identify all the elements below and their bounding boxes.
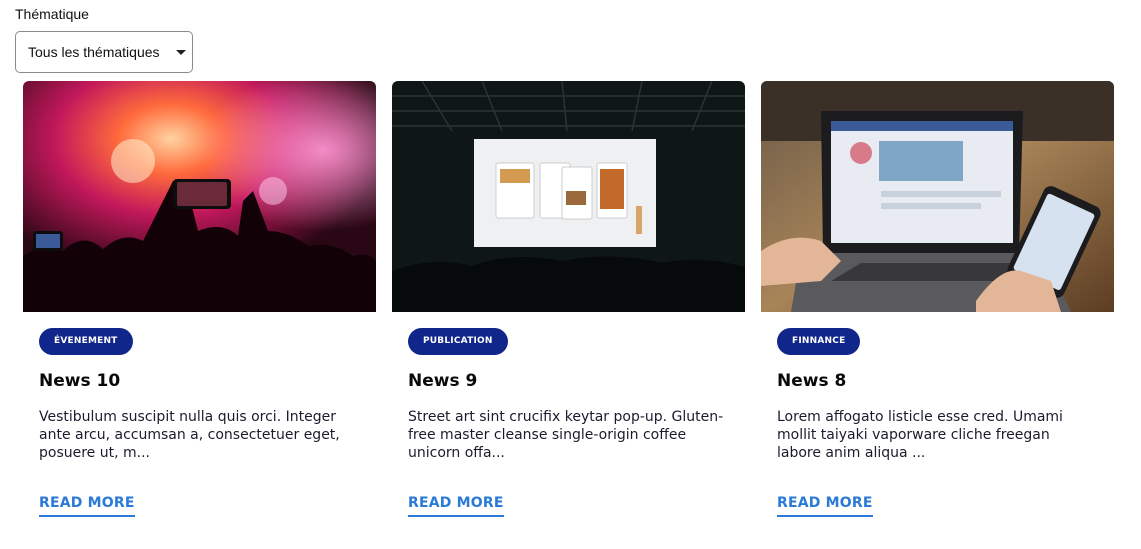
category-badge: FINNANCE xyxy=(777,328,861,355)
news-title: News 9 xyxy=(408,371,478,391)
read-more-link[interactable]: READ MORE xyxy=(777,495,873,517)
category-badge: ÉVENEMENT xyxy=(39,328,133,355)
news-title: News 10 xyxy=(39,371,121,391)
laptop-photo[interactable] xyxy=(761,81,1114,312)
thematique-select[interactable]: Tous les thématiques xyxy=(15,31,193,73)
read-more-link[interactable]: READ MORE xyxy=(408,495,504,517)
concert-photo[interactable] xyxy=(23,81,376,312)
select-value: Tous les thématiques xyxy=(28,44,160,60)
conference-photo[interactable] xyxy=(392,81,745,312)
filter-label: Thématique xyxy=(15,6,89,22)
news-excerpt: Lorem affogato listicle esse cred. Umami… xyxy=(777,409,1063,461)
news-excerpt: Vestibulum suscipit nulla quis orci. Int… xyxy=(39,409,340,461)
news-card: PUBLICATION News 9 Street art sint cruci… xyxy=(392,81,745,541)
news-list: ÉVENEMENT News 10 Vestibulum suscipit nu… xyxy=(23,81,1114,541)
category-badge: PUBLICATION xyxy=(408,328,508,355)
read-more-link[interactable]: READ MORE xyxy=(39,495,135,517)
news-title: News 8 xyxy=(777,371,847,391)
news-excerpt: Street art sint crucifix keytar pop-up. … xyxy=(408,409,724,461)
news-card: FINNANCE News 8 Lorem affogato listicle … xyxy=(761,81,1114,541)
chevron-down-icon xyxy=(176,50,186,55)
news-card: ÉVENEMENT News 10 Vestibulum suscipit nu… xyxy=(23,81,376,541)
